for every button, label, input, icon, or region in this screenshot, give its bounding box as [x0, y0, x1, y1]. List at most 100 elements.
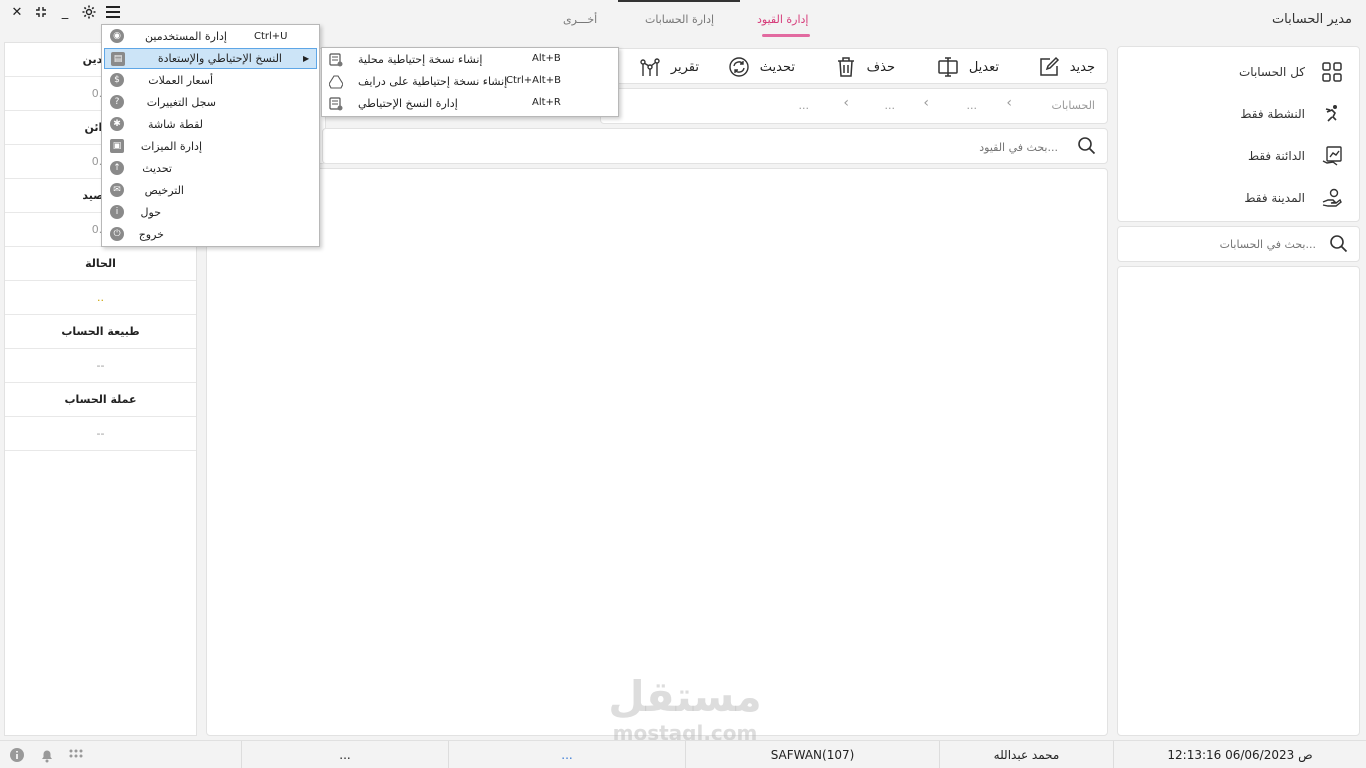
breadcrumb-item[interactable]: ... — [885, 99, 896, 112]
sidebar-item-label: الدائنة فقط — [1247, 149, 1305, 163]
watermark-ar: مستقل — [608, 672, 762, 721]
hand-coin-icon — [1322, 188, 1342, 207]
gear-icon[interactable] — [78, 2, 100, 22]
edit-button[interactable]: تعديل — [937, 55, 999, 79]
info-icon: i — [110, 205, 124, 219]
menu-icon[interactable] — [102, 2, 124, 22]
menu-item-label: الترخيص — [144, 184, 184, 197]
tab-entries[interactable]: إدارة القيود — [757, 13, 808, 26]
power-icon: ⏻ — [110, 227, 124, 241]
update-icon: ↑ — [110, 161, 124, 175]
submenu-item-drive-backup[interactable]: Ctrl+Alt+B إنشاء نسخة إحتياطية على درايف — [324, 71, 616, 92]
sidebar-item-active[interactable]: النشطة فقط — [1133, 100, 1343, 128]
minimize-icon[interactable]: _ — [54, 2, 76, 22]
sidebar-item-label: المدينة فقط — [1244, 191, 1305, 205]
screenshot-icon: ✱ — [110, 117, 124, 131]
license-icon: ✉ — [110, 183, 124, 197]
submenu-item-manage-backup[interactable]: Alt+R إدارة النسخ الإحتياطي — [324, 93, 616, 114]
close-icon[interactable]: ✕ — [6, 2, 28, 22]
status-datetime: 12:13:16 06/06/2023 ص — [1113, 741, 1366, 768]
detail-head-nature: طبيعة الحساب — [5, 315, 196, 349]
users-icon: ◉ — [110, 29, 124, 43]
entries-search-input[interactable] — [333, 138, 1058, 156]
menu-item-label: خروج — [138, 228, 164, 241]
menu-shortcut: Ctrl+U — [254, 31, 288, 42]
submenu-item-label: إدارة النسخ الإحتياطي — [358, 97, 458, 110]
app-title: مدير الحسابات — [1271, 12, 1352, 27]
menu-item-currency-rates[interactable]: $ أسعار العملات — [104, 70, 317, 91]
menu-item-update[interactable]: ↑ تحديث — [104, 158, 317, 179]
backup-submenu: Alt+B إنشاء نسخة إحتياطية محلية Ctrl+Alt… — [321, 47, 619, 117]
menu-item-changelog[interactable]: ? سجل التغييرات — [104, 92, 317, 113]
edit-label: تعديل — [968, 59, 999, 75]
accounts-list[interactable] — [1117, 266, 1360, 736]
new-icon — [1039, 56, 1059, 76]
features-icon: ▣ — [110, 139, 124, 153]
accounts-search-input[interactable] — [1126, 235, 1316, 253]
status-machine: SAFWAN(107) — [685, 741, 939, 768]
menu-item-label: سجل التغييرات — [146, 96, 216, 109]
search-icon[interactable] — [1077, 136, 1097, 156]
tab-strip: إدارة القيود إدارة الحسابات أخـــرى — [555, 0, 825, 40]
main-menu: ◉ Ctrl+U إدارة المستخدمين ▤ ▶ النسخ الإح… — [101, 24, 320, 247]
detail-value-status: .. — [5, 281, 196, 315]
breadcrumb-item[interactable]: ... — [799, 99, 810, 112]
breadcrumb-root[interactable]: الحسابات — [1052, 99, 1095, 112]
delete-button[interactable]: حذف — [835, 55, 895, 79]
status-cell-4: ... — [448, 741, 685, 768]
menu-item-label: إدارة المستخدمين — [145, 30, 227, 43]
tab-indicator-top — [618, 0, 740, 2]
breadcrumb-item[interactable]: ... — [967, 99, 978, 112]
menu-item-features[interactable]: ▣ إدارة الميزات — [104, 136, 317, 157]
entries-table-area[interactable] — [206, 168, 1108, 736]
menu-item-screenshot[interactable]: ✱ لقطة شاشة — [104, 114, 317, 135]
status-bar: ... ... SAFWAN(107) محمد عبدالله 12:13:1… — [0, 740, 1366, 768]
active-tab-underline — [762, 34, 810, 37]
submenu-shortcut: Alt+R — [532, 97, 561, 108]
tab-other[interactable]: أخـــرى — [563, 13, 597, 26]
refresh-button[interactable]: تحديث — [728, 55, 795, 79]
sidebar-item-debit[interactable]: المدينة فقط — [1133, 184, 1343, 212]
breadcrumb: الحسابات ‹ ... ‹ ... ‹ ... — [600, 88, 1108, 124]
drive-icon — [329, 75, 343, 89]
submenu-shortcut: Alt+B — [532, 53, 561, 64]
chart-hand-icon — [1322, 146, 1342, 166]
submenu-item-local-backup[interactable]: Alt+B إنشاء نسخة إحتياطية محلية — [324, 49, 616, 70]
account-filter-panel: كل الحسابات النشطة فقط الدائنة فقط المدي… — [1117, 46, 1360, 222]
menu-item-label: لقطة شاشة — [147, 118, 203, 131]
menu-item-backup[interactable]: ▤ ▶ النسخ الإحتياطي والإستعادة — [104, 48, 317, 69]
sidebar-item-all-accounts[interactable]: كل الحسابات — [1133, 58, 1343, 86]
new-button[interactable]: جديد — [1038, 55, 1095, 79]
menu-item-label: حول — [140, 206, 161, 219]
backup-icon: ▤ — [111, 52, 125, 66]
submenu-arrow-icon: ▶ — [303, 54, 310, 63]
restore-icon[interactable] — [30, 2, 52, 22]
bell-icon[interactable] — [38, 746, 56, 764]
edit-icon — [938, 57, 958, 77]
toolbar: جديد تعديل حذف تحديث تقرير — [600, 48, 1108, 84]
grid-icon — [1322, 62, 1342, 82]
submenu-shortcut: Ctrl+Alt+B — [506, 75, 561, 86]
menu-item-exit[interactable]: ⏻ خروج — [104, 224, 317, 245]
menu-item-about[interactable]: i حول — [104, 202, 317, 223]
menu-item-users[interactable]: ◉ Ctrl+U إدارة المستخدمين — [104, 26, 317, 47]
currency-icon: $ — [110, 73, 124, 87]
apps-icon[interactable] — [67, 746, 85, 764]
tab-accounts[interactable]: إدارة الحسابات — [645, 13, 714, 26]
menu-item-label: تحديث — [142, 162, 172, 175]
sidebar-item-credit[interactable]: الدائنة فقط — [1133, 142, 1343, 170]
submenu-item-label: إنشاء نسخة إحتياطية على درايف — [358, 75, 508, 88]
menu-item-label: أسعار العملات — [148, 74, 213, 87]
chevron-left-icon: ‹ — [1006, 95, 1012, 111]
report-label: تقرير — [670, 59, 699, 75]
detail-head-currency: عملة الحساب — [5, 383, 196, 417]
detail-head-status: الحالة — [5, 247, 196, 281]
search-icon[interactable] — [1329, 234, 1349, 254]
info-icon[interactable] — [8, 746, 26, 764]
entries-search-box — [322, 128, 1108, 164]
report-button[interactable]: تقرير — [639, 55, 699, 79]
menu-item-license[interactable]: ✉ الترخيص — [104, 180, 317, 201]
accounts-search-box — [1117, 226, 1360, 262]
refresh-icon — [729, 57, 749, 77]
detail-value-nature: -- — [5, 349, 196, 383]
